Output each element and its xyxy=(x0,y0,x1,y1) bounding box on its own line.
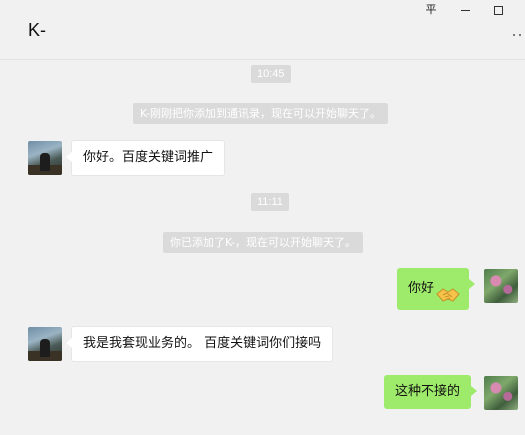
received-message[interactable]: 我是我套现业务的。 百度关键词你们接吗 xyxy=(65,326,334,362)
system-notice: 你已添加了K-，现在可以开始聊天了。 xyxy=(163,232,364,253)
system-notice: K-刚刚把你添加到通讯录，现在可以开始聊天了。 xyxy=(133,103,389,124)
message-text: 你好 xyxy=(408,281,435,296)
handshake-emoji-icon xyxy=(436,280,460,302)
chat-title: K- xyxy=(28,20,46,40)
my-avatar[interactable] xyxy=(484,269,518,303)
avatar-figure xyxy=(40,339,50,357)
contact-avatar[interactable] xyxy=(28,141,62,175)
pin-button[interactable]: 平 xyxy=(421,2,441,18)
contact-avatar[interactable] xyxy=(28,327,62,361)
chat-window: K- 平 10:45 K-刚刚把你添加到通讯录，现在可以开始聊天了。 你好。百度… xyxy=(0,0,525,435)
sent-message[interactable]: 这种不接的 xyxy=(384,375,478,409)
sent-message[interactable]: 你好 xyxy=(397,268,476,310)
avatar-figure xyxy=(40,153,50,171)
maximize-icon xyxy=(493,5,503,15)
message-list[interactable]: 10:45 K-刚刚把你添加到通讯录，现在可以开始聊天了。 你好。百度关键词推广… xyxy=(0,60,525,435)
maximize-button[interactable] xyxy=(488,2,508,18)
received-message[interactable]: 你好。百度关键词推广 xyxy=(65,140,226,176)
minimize-icon xyxy=(460,9,470,11)
timestamp: 10:45 xyxy=(251,65,291,83)
minimize-button[interactable] xyxy=(455,2,475,18)
more-dot-icon xyxy=(519,34,521,36)
more-dot-icon xyxy=(513,34,515,36)
timestamp: 11:11 xyxy=(251,193,289,211)
pin-icon: 平 xyxy=(425,3,437,16)
more-options-button[interactable] xyxy=(511,30,525,40)
my-avatar[interactable] xyxy=(484,376,518,410)
chat-header: K- 平 xyxy=(0,0,525,60)
